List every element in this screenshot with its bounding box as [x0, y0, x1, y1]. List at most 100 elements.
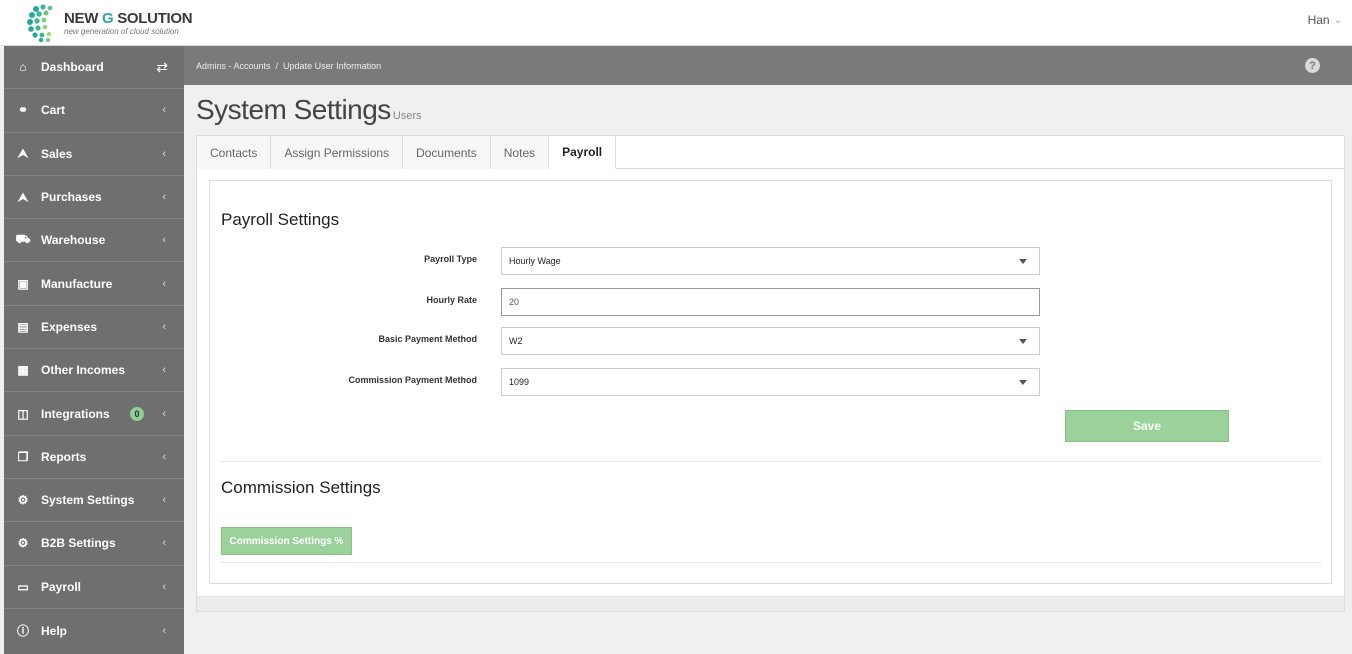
card-footer — [197, 596, 1344, 611]
brand-name: NEW G SOLUTION — [64, 9, 193, 27]
sidebar-item-cart[interactable]: ⚭ Cart ‹ — [4, 89, 184, 133]
section-divider — [221, 461, 1322, 462]
question-circle-icon: ⓘ — [16, 624, 29, 638]
sidebar-item-label: Expenses — [41, 319, 98, 334]
sidebar-item-expenses[interactable]: ▤ Expenses ‹ — [4, 306, 184, 350]
upload-icon: ⮝ — [17, 146, 29, 161]
sidebar-item-help[interactable]: ⓘ Help ‹ — [4, 609, 184, 652]
brand-logo[interactable]: NEW G SOLUTION new generation of cloud s… — [26, 2, 193, 44]
chevron-left-icon: ‹ — [162, 624, 166, 637]
tab-contacts[interactable]: Contacts — [197, 136, 272, 169]
brand-tagline: new generation of cloud solution — [64, 26, 179, 36]
chevron-left-icon: ‹ — [162, 537, 166, 550]
sidebar-item-label: Payroll — [41, 579, 82, 594]
sidebar-item-other-incomes[interactable]: ▩ Other Incomes ‹ — [4, 349, 184, 393]
sidebar-item-purchases[interactable]: ⮝ Purchases ‹ — [4, 176, 184, 220]
section-divider — [221, 562, 1322, 563]
truck-icon: ⛟ — [15, 232, 31, 247]
sidebar-item-label: B2B Settings — [41, 536, 116, 551]
sidebar-item-system-settings[interactable]: ⚙ System Settings ‹ — [4, 479, 184, 523]
sidebar-item-label: Manufacture — [41, 276, 113, 291]
tab-payroll[interactable]: Payroll — [549, 136, 617, 169]
chevron-left-icon: ‹ — [162, 494, 166, 507]
save-button[interactable]: Save — [1065, 410, 1229, 442]
payroll-type-label: Payroll Type — [424, 254, 477, 264]
hourly-rate-label: Hourly Rate — [426, 295, 477, 305]
user-name: Han — [1307, 13, 1330, 27]
integrations-count-badge: 0 — [130, 406, 144, 421]
page-title: System Settings Users — [196, 94, 422, 125]
chevron-left-icon: ‹ — [162, 580, 166, 593]
basic-payment-method-row: Basic Payment Method W2 — [210, 327, 1331, 355]
sidebar-item-payroll[interactable]: ▭ Payroll ‹ — [4, 566, 184, 609]
logo-mark-icon — [27, 4, 53, 43]
breadcrumb-separator: / — [275, 60, 279, 71]
sidebar-item-warehouse[interactable]: ⛟ Warehouse ‹ — [4, 219, 184, 263]
commission-payment-method-select[interactable]: 1099 — [501, 368, 1040, 396]
sidebar-item-label: System Settings — [41, 493, 135, 508]
basic-payment-method-label: Basic Payment Method — [378, 334, 477, 344]
chevron-left-icon: ‹ — [162, 277, 166, 290]
settings-card: Contacts Assign Permissions Documents No… — [196, 135, 1345, 612]
payroll-panel: Payroll Settings Payroll Type Hourly Wag… — [209, 180, 1332, 584]
document-icon: ▤ — [17, 319, 29, 334]
sidebar-item-manufacture[interactable]: ▣ Manufacture ‹ — [4, 262, 184, 306]
sidebar-item-label: Help — [41, 623, 68, 638]
breadcrumb-current: Update User Information — [283, 60, 382, 71]
home-icon: ⌂ — [19, 60, 27, 75]
breadcrumb: Admins - Accounts / Update User Informat… — [184, 46, 1352, 85]
sidebar: ⌂ Dashboard ⇄ ⚭ Cart ‹ ⮝ Sales ‹ ⮝ Purch… — [4, 46, 184, 654]
chevron-down-icon: ⌄ — [1333, 14, 1342, 26]
chevron-left-icon: ‹ — [162, 104, 166, 117]
chevron-left-icon: ‹ — [162, 234, 166, 247]
commission-payment-method-row: Commission Payment Method 1099 — [210, 368, 1331, 396]
sidebar-item-label: Dashboard — [41, 60, 104, 75]
wallet-icon: ▭ — [17, 579, 29, 594]
sidebar-item-dashboard[interactable]: ⌂ Dashboard ⇄ — [4, 46, 184, 90]
sidebar-item-integrations[interactable]: ◫ Integrations 0 ‹ — [4, 392, 184, 436]
gears-icon: ⚙ — [17, 493, 29, 508]
chevron-left-icon: ‹ — [162, 191, 166, 204]
cart-icon: ⚭ — [17, 103, 29, 118]
basic-payment-method-select[interactable]: W2 — [501, 327, 1040, 355]
sidebar-item-label: Other Incomes — [41, 363, 126, 378]
tab-notes[interactable]: Notes — [490, 136, 550, 169]
sidebar-item-label: Integrations — [41, 406, 110, 421]
top-header: NEW G SOLUTION new generation of cloud s… — [0, 0, 1352, 46]
copy-icon: ❐ — [17, 449, 29, 464]
caret-down-icon — [1019, 339, 1027, 344]
page-subtitle: Users — [392, 110, 422, 122]
hourly-rate-input[interactable]: 20 — [501, 288, 1040, 316]
help-icon[interactable]: ? — [1305, 58, 1320, 73]
money-icon: ▩ — [17, 363, 29, 378]
upload-icon: ⮝ — [17, 189, 29, 204]
caret-down-icon — [1019, 380, 1027, 385]
tab-assign-permissions[interactable]: Assign Permissions — [271, 136, 404, 169]
sidebar-item-label: Purchases — [41, 190, 102, 205]
tab-bar: Contacts Assign Permissions Documents No… — [197, 136, 1344, 169]
sidebar-item-sales[interactable]: ⮝ Sales ‹ — [4, 133, 184, 176]
caret-down-icon — [1019, 259, 1027, 264]
chevron-left-icon: ‹ — [162, 407, 166, 420]
chevron-left-icon: ‹ — [162, 147, 166, 160]
user-menu[interactable]: Han ⌄ — [1308, 13, 1342, 27]
payroll-type-select[interactable]: Hourly Wage — [501, 247, 1040, 275]
sidebar-item-label: Reports — [41, 449, 87, 464]
commission-settings-button[interactable]: Commission Settings % — [221, 527, 352, 555]
sidebar-toggle-icon[interactable]: ⇄ — [156, 59, 168, 76]
payroll-type-row: Payroll Type Hourly Wage — [210, 247, 1331, 275]
commission-settings-title: Commission Settings — [221, 478, 381, 497]
commission-payment-method-label: Commission Payment Method — [348, 375, 477, 385]
sidebar-item-reports[interactable]: ❐ Reports ‹ — [4, 436, 184, 479]
sidebar-item-b2b-settings[interactable]: ⚙ B2B Settings ‹ — [4, 522, 184, 566]
sidebar-item-label: Sales — [41, 146, 73, 161]
chevron-left-icon: ‹ — [162, 320, 166, 333]
tab-documents[interactable]: Documents — [403, 136, 491, 169]
breadcrumb-parent[interactable]: Admins - Accounts — [196, 61, 271, 71]
chevron-left-icon: ‹ — [162, 450, 166, 463]
sidebar-item-label: Warehouse — [41, 233, 106, 248]
factory-icon: ▣ — [17, 276, 29, 291]
integrations-icon: ◫ — [17, 406, 29, 421]
hourly-rate-row: Hourly Rate 20 — [210, 288, 1331, 316]
sidebar-item-label: Cart — [41, 103, 66, 118]
